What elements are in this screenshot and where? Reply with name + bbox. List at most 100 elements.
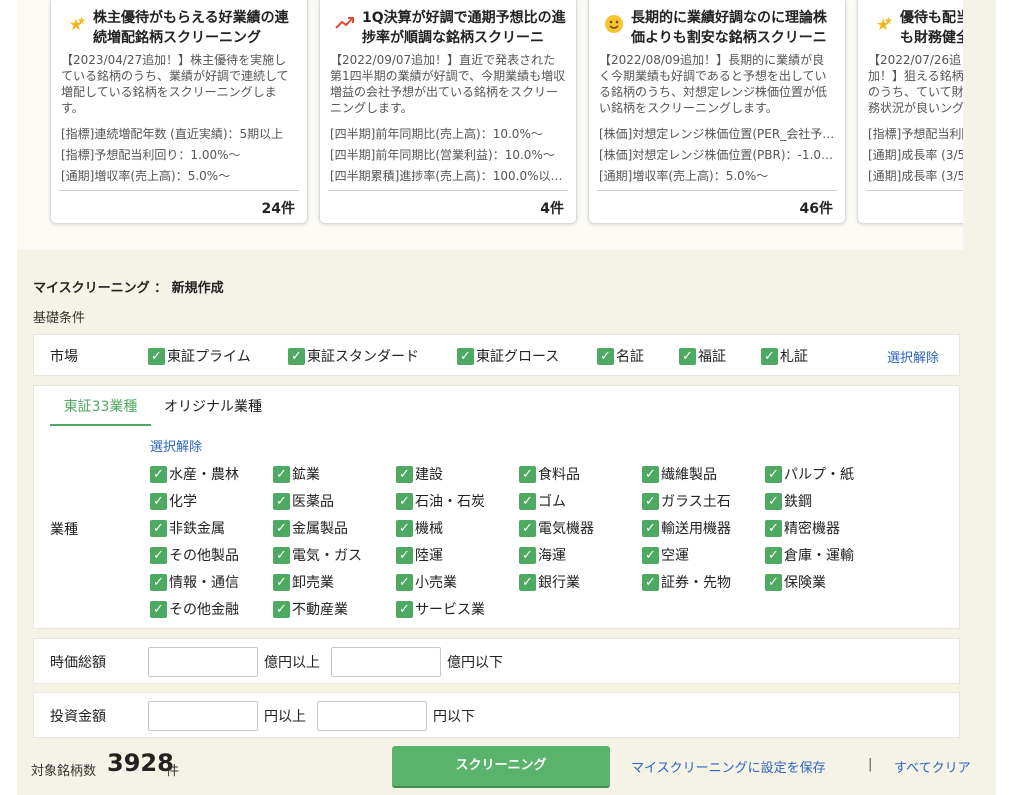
industry-checkbox[interactable]: ✓ 保険業: [765, 572, 826, 592]
industry-checkbox-label: 繊維製品: [661, 467, 717, 483]
investment-max-input[interactable]: [317, 701, 427, 731]
screening-button[interactable]: スクリーニング: [392, 746, 610, 788]
market-checkbox[interactable]: ✓ 名証: [597, 346, 644, 366]
industry-checkbox[interactable]: ✓ 倉庫・運輸: [765, 545, 854, 565]
save-screening-link[interactable]: マイスクリーニングに設定を保存: [631, 757, 826, 776]
industry-checkbox-label: 食料品: [538, 467, 580, 483]
card-title: 株主優待がもらえる好業績の連続増配銘柄スクリーニング: [93, 10, 289, 46]
industry-checkbox-label: その他製品: [169, 548, 239, 564]
market-checkbox[interactable]: ✓ 札証: [761, 346, 808, 366]
industry-checkbox[interactable]: ✓ 輸送用機器: [642, 518, 731, 538]
market-cap-max-input[interactable]: [331, 647, 441, 677]
industry-checkbox-label: その他金融: [169, 602, 239, 618]
check-icon: ✓: [519, 546, 536, 564]
section-title: マイスクリーニング ： 新規作成: [33, 281, 224, 296]
investment-min-input[interactable]: [148, 701, 258, 731]
industry-checkbox-label: 鉄鋼: [784, 494, 812, 510]
preset-card[interactable]: ★ ★ 株主優待がもらえる好業績の連続増配銘柄スクリーニング 【2023/04/2…: [50, 0, 308, 224]
check-icon: ✓: [765, 573, 782, 591]
industry-checkbox[interactable]: ✓ 銀行業: [519, 572, 580, 592]
industry-checkbox[interactable]: ✓ 医薬品: [273, 491, 334, 511]
market-checkbox[interactable]: ✓ 東証プライム: [148, 346, 251, 366]
check-icon: ✓: [396, 465, 413, 483]
industry-checkbox[interactable]: ✓ 繊維製品: [642, 464, 717, 484]
industry-checkbox[interactable]: ✓ 金属製品: [273, 518, 348, 538]
market-checkbox[interactable]: ✓ 東証グロース: [457, 346, 559, 366]
industry-checkbox-label: 空運: [661, 548, 689, 564]
card-count: 24件: [261, 201, 295, 217]
industry-checkbox[interactable]: ✓ ガラス土石: [642, 491, 731, 511]
industry-checkbox[interactable]: ✓ 鉱業: [273, 464, 320, 484]
industry-checkbox[interactable]: ✓ 食料品: [519, 464, 580, 484]
industry-checkbox-label: 倉庫・運輸: [784, 548, 854, 564]
card-description: 【2022/07/26追加！】狙える銘柄のうち、ていて財務状況が良いングします。: [868, 53, 963, 118]
card-condition: [四半期]前年同期比(売上高)：10.0%〜: [330, 127, 543, 141]
industry-checkbox[interactable]: ✓ 機械: [396, 518, 443, 538]
industry-checkbox-label: 化学: [169, 494, 197, 510]
card-description: 【2023/04/27追加！】株主優待を実施している銘柄のうち、業績が好調で連続…: [61, 53, 289, 115]
market-checkbox[interactable]: ✓ 福証: [679, 346, 726, 366]
check-icon: ✓: [396, 573, 413, 591]
industry-checkbox-label: 水産・農林: [169, 467, 239, 483]
industry-checkbox[interactable]: ✓ 建設: [396, 464, 443, 484]
industry-checkbox-label: 輸送用機器: [661, 521, 731, 537]
industry-checkbox[interactable]: ✓ 証券・先物: [642, 572, 731, 592]
industry-checkbox[interactable]: ✓ 非鉄金属: [150, 518, 225, 538]
industry-deselect-link[interactable]: 選択解除: [150, 436, 202, 455]
footer-separator: |: [868, 757, 873, 772]
industry-checkbox[interactable]: ✓ パルプ・紙: [765, 464, 854, 484]
industry-checkbox[interactable]: ✓ 電気・ガス: [273, 545, 362, 565]
industry-checkbox[interactable]: ✓ 陸運: [396, 545, 443, 565]
industry-checkbox-label: 建設: [415, 467, 443, 483]
industry-checkbox[interactable]: ✓ 不動産業: [273, 599, 348, 619]
preset-card[interactable]: ★★ 優待も配当も財務健全な 【2022/07/26追加！】狙える銘柄のうち、て…: [857, 0, 963, 224]
market-row: 市場 ✓ 東証プライム ✓ 東証スタンダード ✓ 東証グロース ✓ 名証 ✓ 福証 ✓ 札証…: [33, 334, 960, 376]
check-icon: ✓: [396, 519, 413, 537]
card-condition: [通期]成長率 (3/5: [868, 169, 963, 183]
card-title: 長期的に業績好調なのに理論株価よりも割安な銘柄スクリーニ: [631, 10, 827, 46]
industry-checkbox-label: パルプ・紙: [784, 467, 854, 483]
card-divider: [328, 190, 568, 191]
check-icon: ✓: [273, 465, 290, 483]
industry-checkbox[interactable]: ✓ ゴム: [519, 491, 566, 511]
industry-panel: 選択解除 業種 ✓ 水産・農林 ✓ 鉱業 ✓ 建設 ✓ 食料品 ✓ 繊維製品 ✓ パルプ・紙 ✓ 化学 ✓ 医…: [33, 426, 960, 629]
card-condition: [株価]対想定レンジ株価位置(PBR)：-1.0…: [599, 148, 833, 162]
market-deselect-link[interactable]: 選択解除: [887, 347, 939, 366]
industry-checkbox[interactable]: ✓ 海運: [519, 545, 566, 565]
card-count: 46件: [799, 201, 833, 217]
industry-checkbox-label: 機械: [415, 521, 443, 537]
industry-checkbox[interactable]: ✓ 精密機器: [765, 518, 840, 538]
industry-checkbox[interactable]: ✓ 電気機器: [519, 518, 594, 538]
industry-checkbox[interactable]: ✓ 鉄鋼: [765, 491, 812, 511]
card-condition: [四半期累積]進捗率(売上高)：100.0%以…: [330, 169, 563, 183]
market-checkbox[interactable]: ✓ 東証スタンダード: [288, 346, 419, 366]
industry-checkbox-label: 証券・先物: [661, 575, 731, 591]
tab-tse33[interactable]: 東証33業種: [50, 396, 151, 427]
preset-card[interactable]: 長期的に業績好調なのに理論株価よりも割安な銘柄スクリーニ 【2022/08/09…: [588, 0, 846, 224]
industry-checkbox-label: 鉱業: [292, 467, 320, 483]
check-icon: ✓: [396, 546, 413, 564]
industry-checkbox[interactable]: ✓ その他製品: [150, 545, 239, 565]
industry-checkbox[interactable]: ✓ 空運: [642, 545, 689, 565]
check-icon: ✓: [273, 546, 290, 564]
industry-checkbox[interactable]: ✓ 情報・通信: [150, 572, 239, 592]
tab-original-industry[interactable]: オリジナル業種: [164, 396, 262, 416]
check-icon: ✓: [519, 465, 536, 483]
market-cap-min-input[interactable]: [148, 647, 258, 677]
card-condition: [通期]成長率 (3/5: [868, 148, 963, 162]
industry-checkbox[interactable]: ✓ 石油・石炭: [396, 491, 485, 511]
preset-card[interactable]: 1Q決算が好調で通期予想比の進捗率が順調な銘柄スクリーニ 【2022/09/07…: [319, 0, 577, 224]
check-icon: ✓: [765, 519, 782, 537]
industry-checkbox-label: 非鉄金属: [169, 521, 225, 537]
check-icon: ✓: [679, 347, 696, 365]
industry-checkbox[interactable]: ✓ その他金融: [150, 599, 239, 619]
industry-checkbox[interactable]: ✓ サービス業: [396, 599, 485, 619]
industry-checkbox-label: 小売業: [415, 575, 457, 591]
basic-conditions-heading: 基礎条件: [33, 311, 86, 326]
industry-checkbox[interactable]: ✓ 化学: [150, 491, 197, 511]
industry-checkbox-label: 銀行業: [538, 575, 580, 591]
industry-checkbox[interactable]: ✓ 卸売業: [273, 572, 334, 592]
industry-checkbox[interactable]: ✓ 小売業: [396, 572, 457, 592]
clear-all-link[interactable]: すべてクリア: [894, 757, 971, 776]
industry-checkbox[interactable]: ✓ 水産・農林: [150, 464, 239, 484]
